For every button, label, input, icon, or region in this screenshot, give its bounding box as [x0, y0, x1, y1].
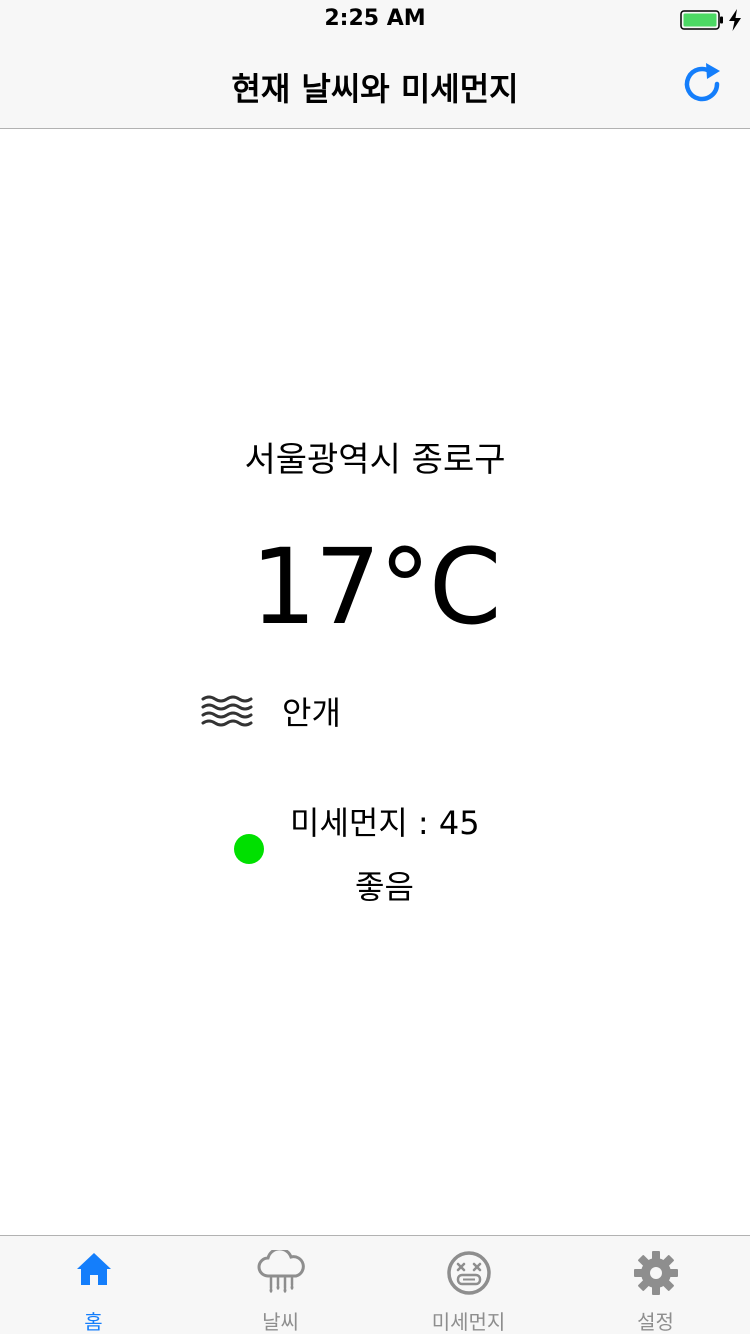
- rain-cloud-icon: [257, 1250, 305, 1293]
- tab-settings-label: 설정: [637, 1310, 674, 1334]
- fog-icon: [201, 695, 253, 727]
- navigation-bar: 현재 날씨와 미세먼지: [0, 40, 750, 129]
- tab-weather[interactable]: 날씨: [187, 1236, 374, 1334]
- tab-home-label: 홈: [84, 1310, 103, 1334]
- tab-home[interactable]: 홈: [0, 1236, 187, 1334]
- status-time: 2:25 AM: [324, 6, 426, 31]
- gear-icon: [633, 1251, 678, 1295]
- tab-dust-label: 미세먼지: [431, 1310, 506, 1334]
- status-bar: 2:25 AM: [0, 0, 750, 40]
- dust-value-label: 미세먼지 : 45: [290, 804, 480, 842]
- screen: 2:25 AM 현재 날씨와 미세먼지 서울광역시 종로구 17°C 안개 미세…: [0, 0, 750, 1334]
- page-title: 현재 날씨와 미세먼지: [231, 70, 519, 108]
- home-icon: [76, 1253, 111, 1285]
- tab-settings[interactable]: 설정: [562, 1236, 749, 1334]
- refresh-button[interactable]: [678, 60, 726, 108]
- weather-condition-label: 안개: [282, 694, 341, 732]
- dust-grade-label: 좋음: [355, 868, 414, 906]
- charging-icon: [729, 9, 741, 31]
- dust-status-indicator: [234, 834, 264, 864]
- battery-icon: [680, 10, 723, 30]
- temperature-value: 17°C: [250, 526, 502, 648]
- tab-bar: 홈 날씨 미세먼지 설정: [0, 1235, 750, 1334]
- tab-dust[interactable]: 미세먼지: [375, 1236, 562, 1334]
- location-label: 서울광역시 종로구: [244, 440, 506, 480]
- tab-weather-label: 날씨: [262, 1310, 299, 1334]
- dust-face-icon: [446, 1251, 491, 1295]
